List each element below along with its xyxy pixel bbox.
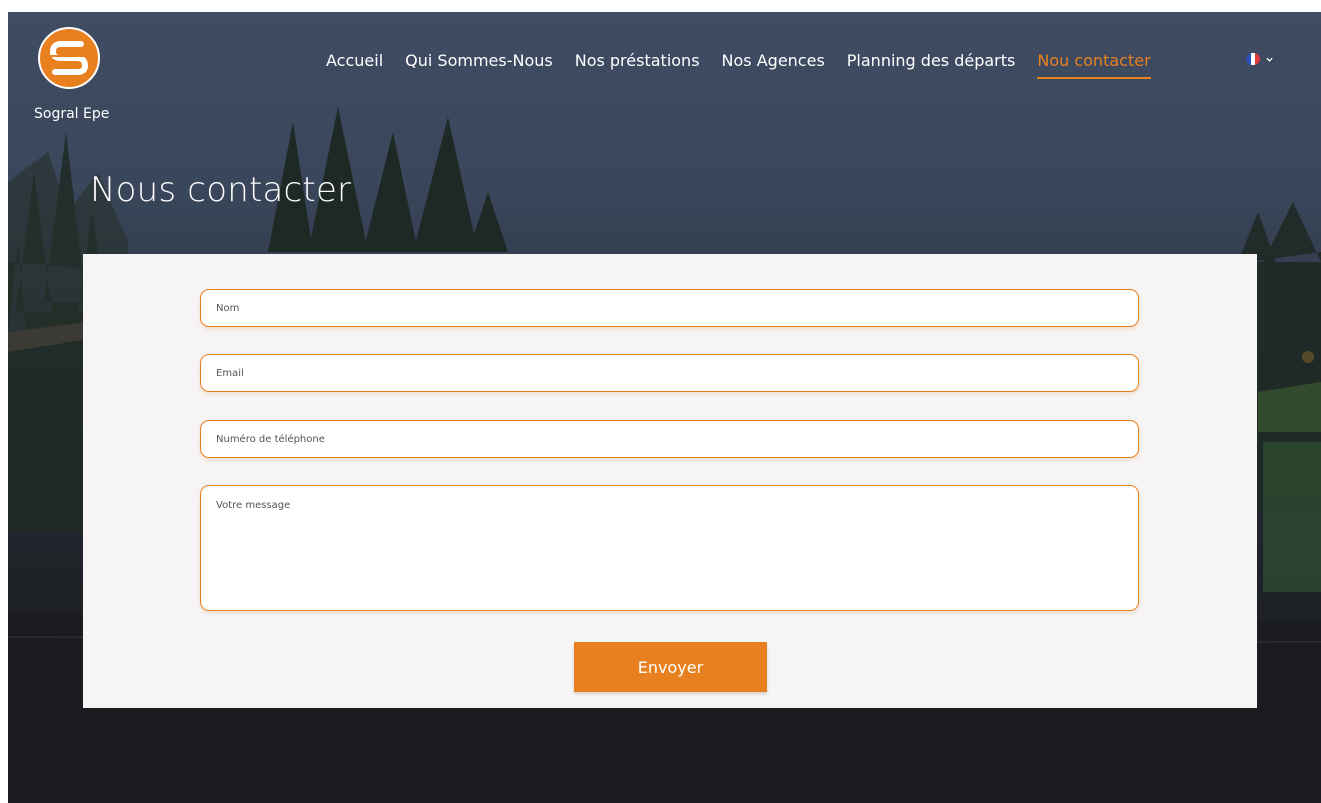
submit-button[interactable]: Envoyer: [574, 642, 767, 692]
hero-background: Sogral Epe Accueil Qui Sommes-Nous Nos p…: [8, 12, 1321, 803]
name-input[interactable]: [200, 289, 1139, 327]
message-textarea[interactable]: [200, 485, 1139, 611]
email-input[interactable]: [200, 354, 1139, 392]
chevron-down-icon: [1266, 57, 1273, 62]
nav-item-planning-des-departs[interactable]: Planning des départs: [847, 51, 1016, 70]
nav-item-nos-prestations[interactable]: Nos préstations: [575, 51, 700, 70]
phone-input[interactable]: [200, 420, 1139, 458]
main-navigation: Accueil Qui Sommes-Nous Nos préstations …: [326, 48, 1173, 79]
nav-item-nous-contacter[interactable]: Nou contacter: [1037, 51, 1151, 79]
contact-form: Envoyer: [83, 254, 1257, 708]
page-title: Nous contacter: [90, 170, 352, 210]
france-flag-icon: [1246, 53, 1260, 65]
brand-name: Sogral Epe: [34, 106, 110, 122]
sogral-logo-icon[interactable]: [37, 26, 101, 90]
language-selector[interactable]: [1246, 53, 1274, 65]
nav-item-nos-agences[interactable]: Nos Agences: [722, 51, 825, 70]
nav-item-qui-sommes-nous[interactable]: Qui Sommes-Nous: [405, 51, 553, 70]
nav-item-accueil[interactable]: Accueil: [326, 51, 383, 70]
